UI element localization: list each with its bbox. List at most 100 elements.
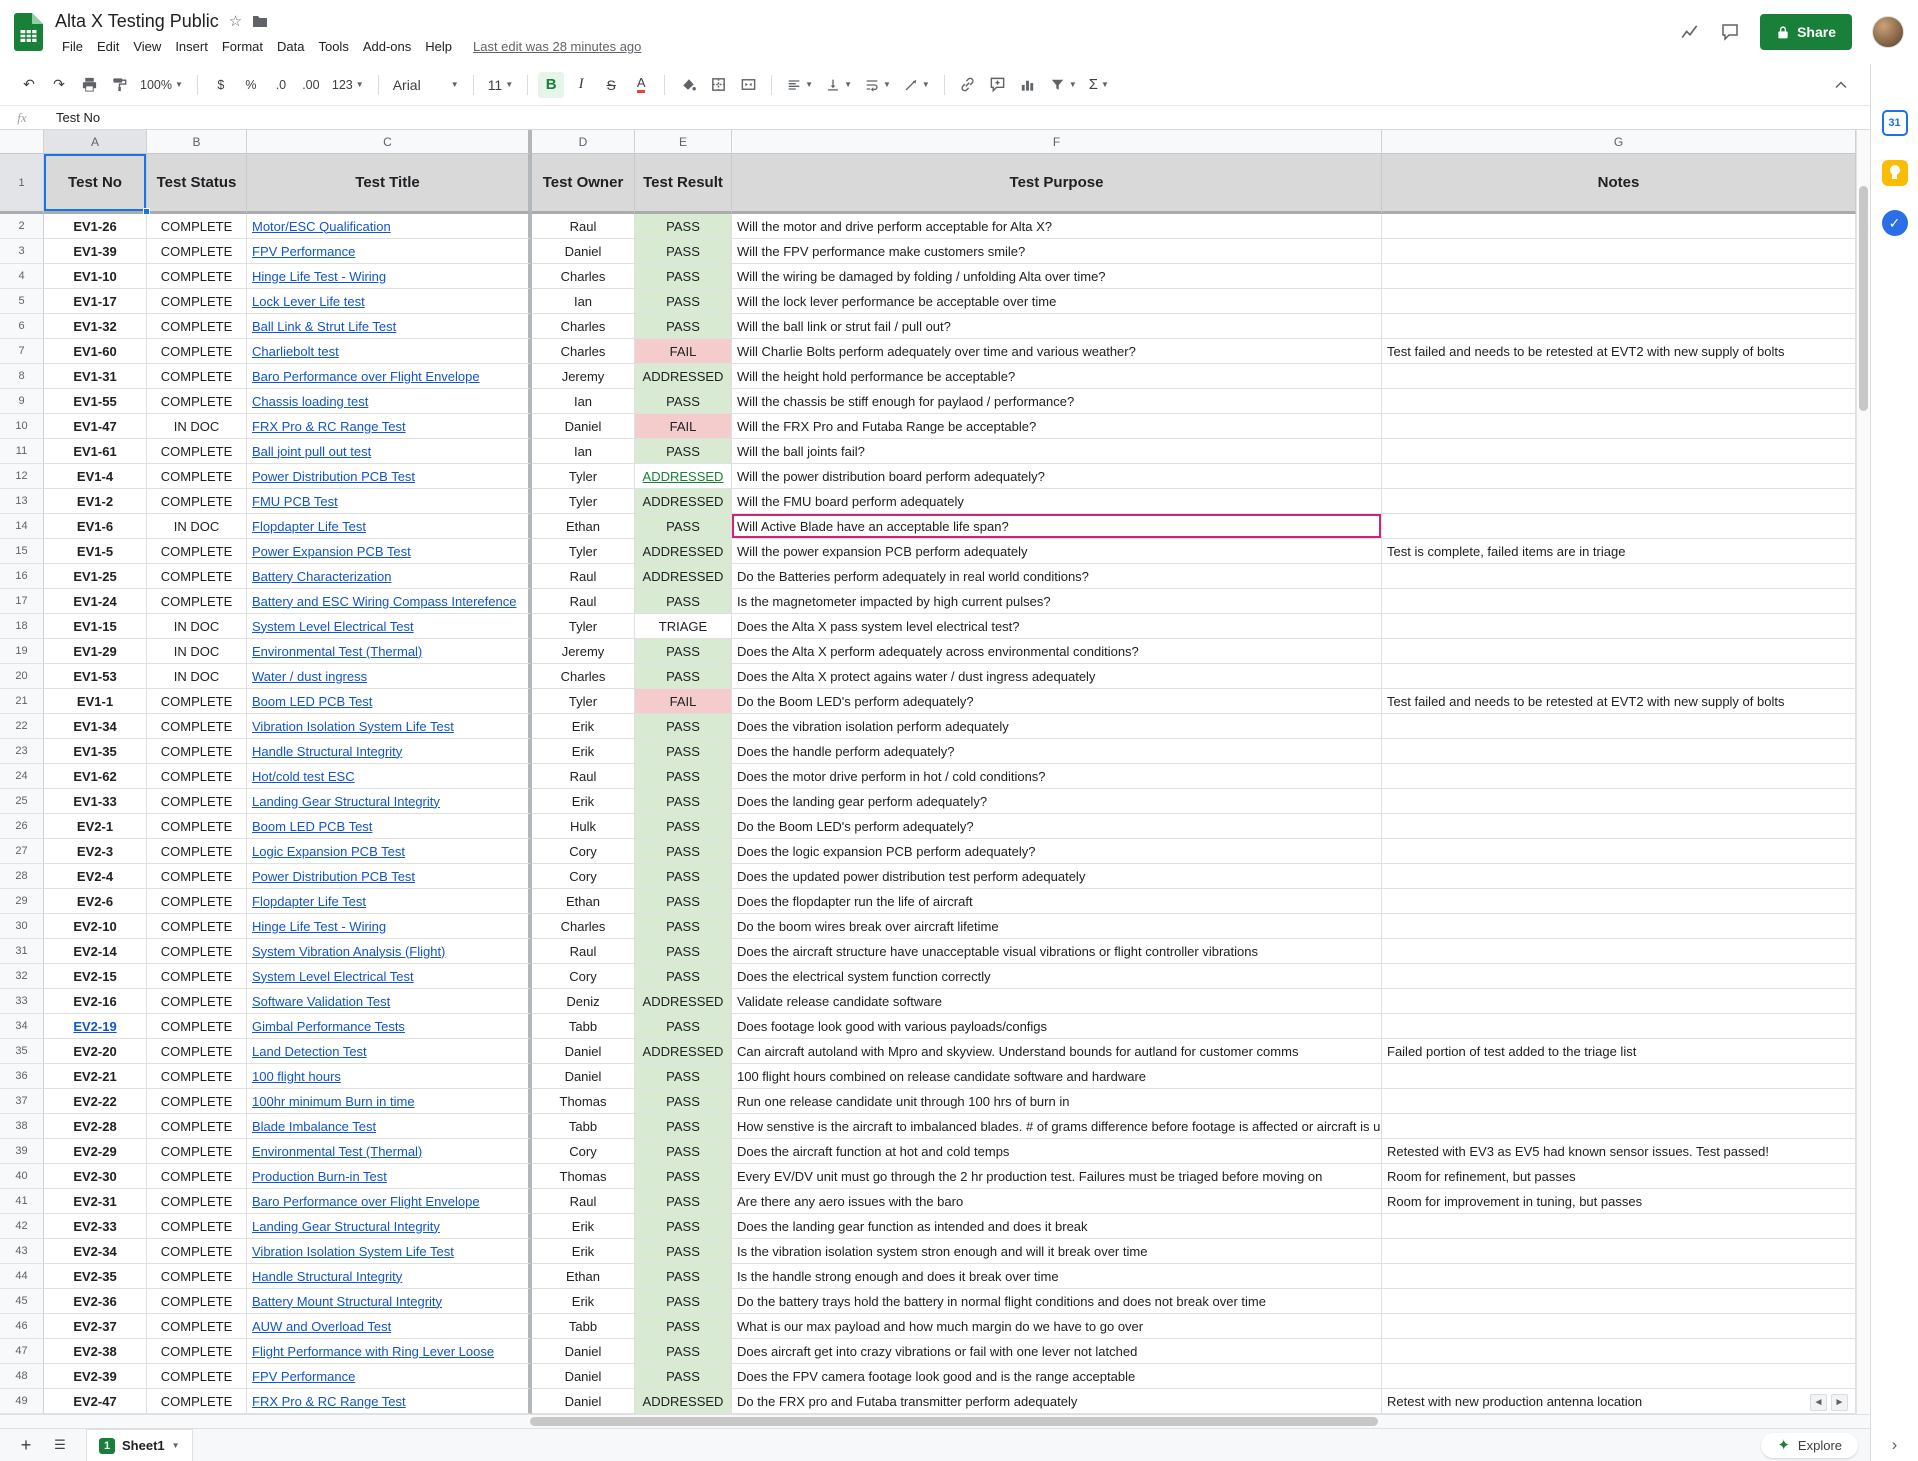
selection-fill-handle[interactable] <box>143 208 150 215</box>
cell-test-purpose[interactable]: Validate release candidate software <box>732 989 1382 1014</box>
font-size-select[interactable]: 11▼ <box>484 72 517 98</box>
format-percent-button[interactable]: % <box>238 72 264 98</box>
cell-test-purpose[interactable]: Does the vibration isolation perform ade… <box>732 714 1382 739</box>
row-header[interactable]: 41 <box>0 1189 44 1214</box>
row-header[interactable]: 35 <box>0 1039 44 1064</box>
row-header[interactable]: 12 <box>0 464 44 489</box>
cell-test-status[interactable]: COMPLETE <box>147 1314 247 1339</box>
cell-test-no[interactable]: EV1-55 <box>44 389 147 414</box>
cell-test-owner[interactable]: Raul <box>532 589 635 614</box>
vertical-scrollbar[interactable] <box>1856 130 1870 1414</box>
cell-test-result[interactable]: PASS <box>635 289 732 314</box>
cell-test-purpose[interactable]: Will the height hold performance be acce… <box>732 364 1382 389</box>
cell-test-owner[interactable]: Ethan <box>532 514 635 539</box>
cell-test-title[interactable]: Boom LED PCB Test <box>247 689 532 714</box>
row-header[interactable]: 25 <box>0 789 44 814</box>
cell-notes[interactable] <box>1382 964 1856 989</box>
cell-test-purpose[interactable]: Will the motor and drive perform accepta… <box>732 214 1382 239</box>
row-header[interactable]: 49 <box>0 1389 44 1414</box>
cell-test-title[interactable]: Battery Mount Structural Integrity <box>247 1289 532 1314</box>
cell-test-result[interactable]: PASS <box>635 664 732 689</box>
test-result-link[interactable]: ADDRESSED <box>643 469 724 484</box>
cell-test-title[interactable]: Vibration Isolation System Life Test <box>247 1239 532 1264</box>
cell-notes[interactable] <box>1382 864 1856 889</box>
cell-test-no[interactable]: EV2-29 <box>44 1139 147 1164</box>
cell-test-result[interactable]: FAIL <box>635 689 732 714</box>
cell-test-status[interactable]: COMPLETE <box>147 939 247 964</box>
cell-test-owner[interactable]: Ian <box>532 439 635 464</box>
test-title-link[interactable]: Power Expansion PCB Test <box>252 544 411 559</box>
cell-test-purpose[interactable]: Does the aircraft structure have unaccep… <box>732 939 1382 964</box>
header-cell-b[interactable]: Test Status <box>147 154 247 214</box>
cell-test-no[interactable]: EV2-20 <box>44 1039 147 1064</box>
cell-test-result[interactable]: PASS <box>635 1014 732 1039</box>
cell-test-purpose[interactable]: Do the Boom LED's perform adequately? <box>732 689 1382 714</box>
cell-test-purpose[interactable]: Will the power expansion PCB perform ade… <box>732 539 1382 564</box>
test-title-link[interactable]: Landing Gear Structural Integrity <box>252 1219 440 1234</box>
cell-notes[interactable] <box>1382 264 1856 289</box>
header-cell-e[interactable]: Test Result <box>635 154 732 214</box>
test-no-link[interactable]: EV2-19 <box>73 1019 116 1034</box>
row-header[interactable]: 17 <box>0 589 44 614</box>
cell-test-purpose[interactable]: Do the boom wires break over aircraft li… <box>732 914 1382 939</box>
cell-test-result[interactable]: PASS <box>635 914 732 939</box>
cell-test-owner[interactable]: Cory <box>532 864 635 889</box>
toolbar-collapse-button[interactable] <box>1828 72 1854 98</box>
cell-test-status[interactable]: COMPLETE <box>147 364 247 389</box>
select-all-corner[interactable] <box>0 130 44 154</box>
cell-test-no[interactable]: EV1-29 <box>44 639 147 664</box>
test-title-link[interactable]: Water / dust ingress <box>252 669 367 684</box>
cell-test-status[interactable]: COMPLETE <box>147 564 247 589</box>
undo-button[interactable]: ↶ <box>16 72 42 98</box>
cell-test-owner[interactable]: Thomas <box>532 1164 635 1189</box>
row-header[interactable]: 28 <box>0 864 44 889</box>
test-title-link[interactable]: 100hr minimum Burn in time <box>252 1094 415 1109</box>
cell-notes[interactable] <box>1382 1289 1856 1314</box>
cell-test-result[interactable]: FAIL <box>635 339 732 364</box>
cell-test-title[interactable]: Chassis loading test <box>247 389 532 414</box>
cell-test-owner[interactable]: Raul <box>532 564 635 589</box>
cell-test-purpose[interactable]: Do the battery trays hold the battery in… <box>732 1289 1382 1314</box>
cell-test-title[interactable]: Blade Imbalance Test <box>247 1114 532 1139</box>
cell-test-status[interactable]: COMPLETE <box>147 814 247 839</box>
cell-test-status[interactable]: COMPLETE <box>147 264 247 289</box>
test-title-link[interactable]: Flopdapter Life Test <box>252 519 366 534</box>
cell-test-no[interactable]: EV1-17 <box>44 289 147 314</box>
cell-test-status[interactable]: COMPLETE <box>147 1389 247 1414</box>
cell-test-status[interactable]: COMPLETE <box>147 1189 247 1214</box>
test-title-link[interactable]: Handle Structural Integrity <box>252 744 402 759</box>
header-cell-a[interactable]: Test No <box>44 154 147 214</box>
row-header[interactable]: 30 <box>0 914 44 939</box>
cell-test-title[interactable]: Landing Gear Structural Integrity <box>247 789 532 814</box>
cell-test-no[interactable]: EV1-5 <box>44 539 147 564</box>
cell-notes[interactable] <box>1382 789 1856 814</box>
row-header[interactable]: 8 <box>0 364 44 389</box>
cell-test-status[interactable]: COMPLETE <box>147 1364 247 1389</box>
test-title-link[interactable]: Environmental Test (Thermal) <box>252 644 422 659</box>
cell-test-status[interactable]: COMPLETE <box>147 539 247 564</box>
cell-test-result[interactable]: PASS <box>635 1139 732 1164</box>
font-family-select[interactable]: Arial▼ <box>389 72 463 98</box>
cell-test-owner[interactable]: Erik <box>532 789 635 814</box>
cell-test-result[interactable]: ADDRESSED <box>635 1039 732 1064</box>
cell-test-status[interactable]: COMPLETE <box>147 439 247 464</box>
cell-notes[interactable] <box>1382 1239 1856 1264</box>
column-header-C[interactable]: C <box>247 130 532 154</box>
row-header[interactable]: 34 <box>0 1014 44 1039</box>
cell-test-no[interactable]: EV1-53 <box>44 664 147 689</box>
cell-notes[interactable] <box>1382 839 1856 864</box>
cell-test-result[interactable]: PASS <box>635 1164 732 1189</box>
row-header[interactable]: 48 <box>0 1364 44 1389</box>
cell-test-title[interactable]: Water / dust ingress <box>247 664 532 689</box>
cell-notes[interactable] <box>1382 414 1856 439</box>
test-title-link[interactable]: 100 flight hours <box>252 1069 341 1084</box>
horizontal-align-menu[interactable]: ▼ <box>782 72 817 98</box>
cell-test-no[interactable]: EV2-36 <box>44 1289 147 1314</box>
test-title-link[interactable]: Production Burn-in Test <box>252 1169 387 1184</box>
cell-notes[interactable] <box>1382 1264 1856 1289</box>
row-header[interactable]: 6 <box>0 314 44 339</box>
cell-test-result[interactable]: PASS <box>635 514 732 539</box>
italic-button[interactable]: I <box>568 72 594 98</box>
cell-test-owner[interactable]: Raul <box>532 939 635 964</box>
cell-test-owner[interactable]: Tabb <box>532 1014 635 1039</box>
